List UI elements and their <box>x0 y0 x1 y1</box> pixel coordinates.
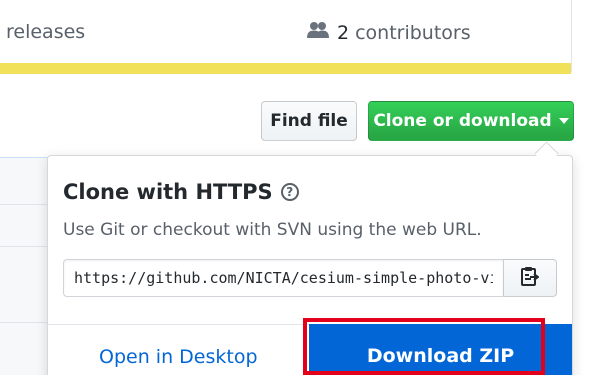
page: releases 2 contributors Find file Clone … <box>0 0 597 375</box>
contributors-count: 2 <box>337 21 350 44</box>
releases-link[interactable]: releases <box>6 21 85 43</box>
copy-url-button[interactable] <box>503 259 557 297</box>
repo-stats-bar: releases 2 contributors <box>0 0 572 74</box>
clone-title-text: Clone with HTTPS <box>63 180 273 204</box>
clone-button-label: Clone or download <box>373 111 552 131</box>
clone-dropdown: Clone with HTTPS ? Use Git or checkout w… <box>47 155 573 375</box>
file-row-divider <box>0 322 50 323</box>
download-zip-button[interactable]: Download ZIP <box>309 324 572 375</box>
question-circle-icon[interactable]: ? <box>280 183 299 201</box>
file-row-divider <box>0 204 50 205</box>
clone-or-download-button[interactable]: Clone or download <box>368 101 574 141</box>
language-bar[interactable] <box>0 63 571 74</box>
contributors-link[interactable]: 2 contributors <box>307 21 471 44</box>
open-in-desktop-link[interactable]: Open in Desktop <box>99 346 258 368</box>
caret-down-icon <box>558 118 569 124</box>
clone-dropdown-title: Clone with HTTPS ? <box>63 180 299 204</box>
contributors-label: contributors <box>355 21 471 44</box>
find-file-button[interactable]: Find file <box>261 101 357 141</box>
find-file-label: Find file <box>270 111 348 131</box>
releases-label: releases <box>6 21 86 43</box>
clone-url-input[interactable] <box>63 259 503 297</box>
download-zip-label: Download ZIP <box>366 345 515 367</box>
people-icon <box>307 21 329 44</box>
clone-description: Use Git or checkout with SVN using the w… <box>63 220 482 240</box>
clone-url-group <box>63 259 557 297</box>
file-row-divider <box>0 246 50 247</box>
file-list-edge <box>0 157 50 375</box>
clippy-icon <box>521 266 540 290</box>
